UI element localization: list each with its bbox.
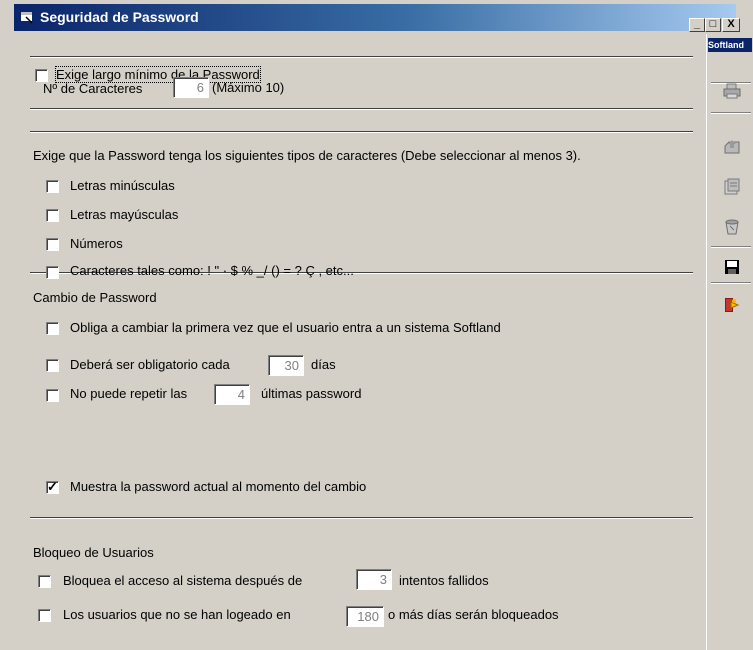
window-titlebar: Seguridad de Password _ □ X <box>0 0 753 34</box>
block-attempts-input[interactable]: 3 <box>356 569 392 590</box>
no-repeat-label[interactable]: No puede repetir las <box>70 386 187 401</box>
char-count-input[interactable]: 6 <box>173 77 209 98</box>
window-left-edge <box>0 34 13 650</box>
char-count-max-label: (Máximo 10) <box>212 80 285 95</box>
toolbar-separator <box>711 246 751 248</box>
mandatory-every-suffix: días <box>311 357 336 372</box>
numbers-label[interactable]: Números <box>70 236 123 251</box>
no-repeat-suffix: últimas password <box>261 386 362 401</box>
save-icon[interactable] <box>723 258 741 276</box>
divider <box>30 56 693 58</box>
no-repeat-count-input[interactable]: 4 <box>214 384 250 405</box>
change-heading: Cambio de Password <box>33 290 157 305</box>
numbers-checkbox[interactable] <box>46 238 59 251</box>
mandatory-every-days-input[interactable]: 30 <box>268 355 304 376</box>
force-first-change-checkbox[interactable] <box>46 322 59 335</box>
lock-heading: Bloqueo de Usuarios <box>33 545 154 560</box>
char-types-heading: Exige que la Password tenga los siguient… <box>33 148 581 163</box>
refresh-icon[interactable] <box>723 218 741 236</box>
app-icon <box>21 12 33 24</box>
show-current-checkbox[interactable]: ✓ <box>46 479 59 494</box>
block-attempts-suffix: intentos fallidos <box>399 573 489 588</box>
mandatory-every-checkbox[interactable] <box>46 359 59 372</box>
block-inactive-suffix: o más días serán bloqueados <box>388 607 559 622</box>
uppercase-checkbox[interactable] <box>46 209 59 222</box>
import-icon[interactable] <box>723 138 741 156</box>
special-chars-checkbox[interactable] <box>46 266 59 279</box>
uppercase-label[interactable]: Letras mayúsculas <box>70 207 178 222</box>
printer-icon[interactable] <box>723 82 741 100</box>
window-title: Seguridad de Password <box>40 9 199 25</box>
block-attempts-checkbox[interactable] <box>38 575 51 588</box>
maximize-button[interactable]: □ <box>705 18 721 32</box>
close-button[interactable]: X <box>722 18 740 32</box>
softland-brand-logo: Softland <box>708 38 752 52</box>
lowercase-checkbox[interactable] <box>46 180 59 193</box>
toolbar-separator <box>711 282 751 284</box>
block-attempts-label[interactable]: Bloquea el acceso al sistema después de <box>63 573 302 588</box>
divider <box>30 108 693 110</box>
show-current-label[interactable]: Muestra la password actual al momento de… <box>70 479 366 494</box>
mandatory-every-label[interactable]: Deberá ser obligatorio cada <box>70 357 230 372</box>
checkmark-icon: ✓ <box>47 479 58 494</box>
right-toolbar <box>706 34 753 650</box>
divider <box>30 131 693 133</box>
divider <box>30 517 693 519</box>
force-first-change-label[interactable]: Obliga a cambiar la primera vez que el u… <box>70 320 501 335</box>
properties-icon[interactable] <box>723 178 741 196</box>
minimize-button[interactable]: _ <box>689 18 705 32</box>
block-inactive-checkbox[interactable] <box>38 609 51 622</box>
exit-icon[interactable] <box>723 296 741 314</box>
char-count-label: Nº de Caracteres <box>43 81 143 96</box>
special-chars-label[interactable]: Caracteres tales como: ! " · $ % _/ () =… <box>70 263 354 278</box>
lowercase-label[interactable]: Letras minúsculas <box>70 178 175 193</box>
block-inactive-days-input[interactable]: 180 <box>346 606 384 627</box>
toolbar-separator <box>711 112 751 114</box>
no-repeat-checkbox[interactable] <box>46 389 59 402</box>
titlebar-background: Seguridad de Password <box>14 4 736 31</box>
block-inactive-label[interactable]: Los usuarios que no se han logeado en <box>63 607 291 622</box>
